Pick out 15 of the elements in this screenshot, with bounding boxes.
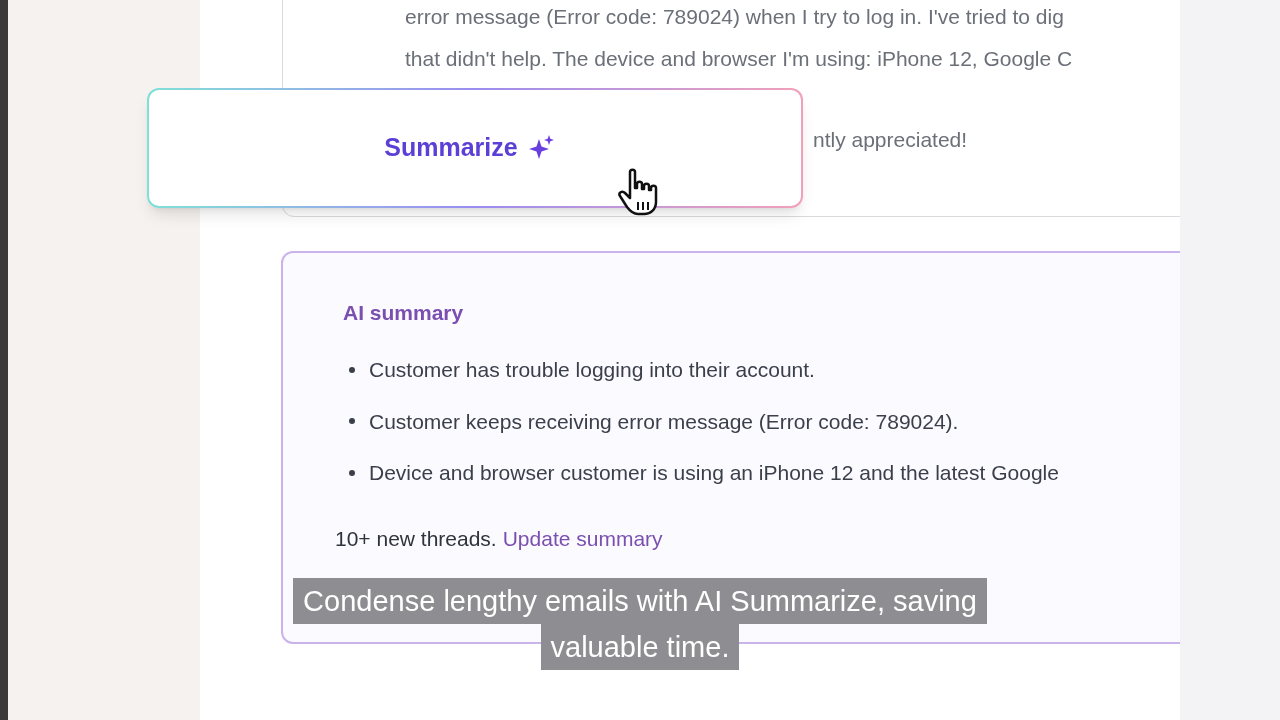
email-text-line: ntly appreciated! bbox=[813, 127, 968, 153]
caption-text: valuable time. bbox=[540, 624, 740, 670]
summarize-button[interactable]: Summarize bbox=[147, 88, 803, 208]
email-text-line: that didn't help. The device and browser I'm using: iPhone 12, Google C bbox=[405, 45, 1073, 72]
bullet-icon bbox=[349, 469, 355, 476]
bullet-icon bbox=[349, 418, 355, 425]
summary-title: AI summary bbox=[343, 299, 465, 326]
summary-bullet-text: Customer keeps receiving error message (Error code: 789024). bbox=[369, 408, 959, 435]
bullet-icon bbox=[349, 366, 355, 373]
update-summary-link[interactable]: Update summary bbox=[502, 522, 663, 554]
summary-bullet-text: Customer has trouble logging into their account. bbox=[369, 357, 815, 383]
summary-bullet-text: Device and browser customer is using an iPhone 12 and the latest Google bbox=[369, 460, 1059, 486]
caption-text: Condense lengthy emails with AI Summarize, saving bbox=[293, 578, 987, 624]
threads-count-text: 10+ new threads. bbox=[335, 525, 497, 552]
email-text-line: error message (Error code: 789024) when I try to log in. I've tried to dig bbox=[405, 4, 1064, 30]
